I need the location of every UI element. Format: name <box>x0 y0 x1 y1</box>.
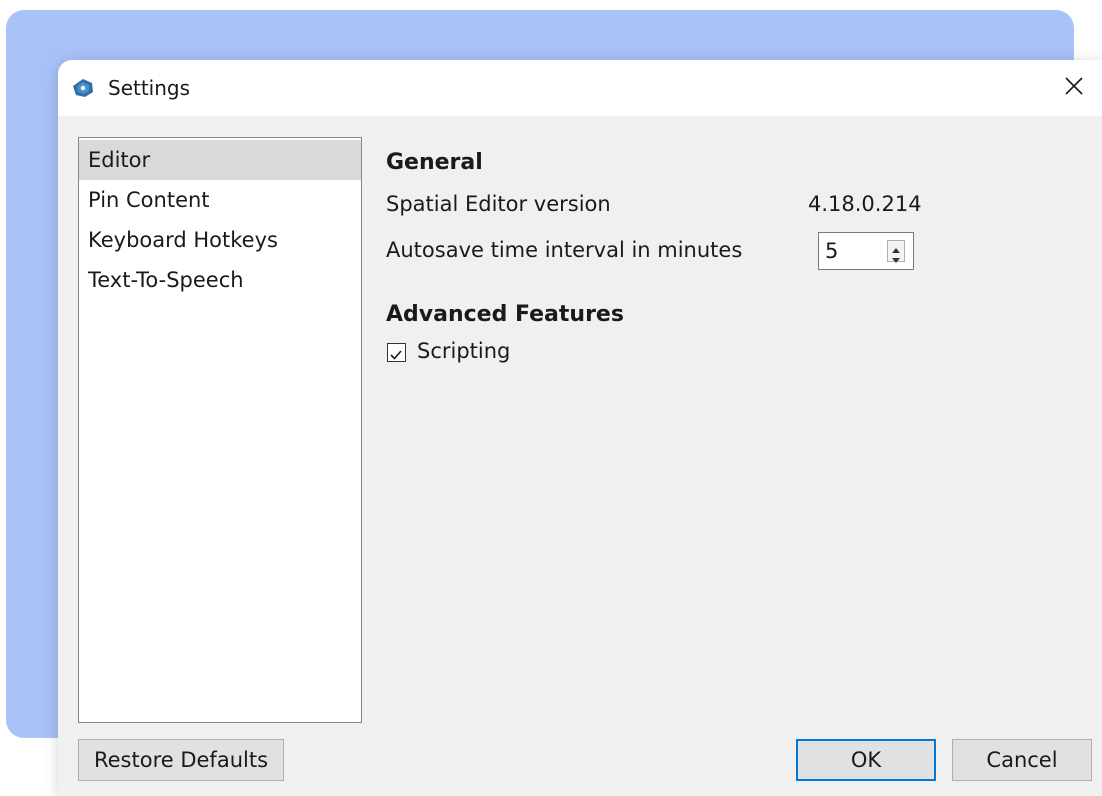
scripting-checkbox[interactable] <box>387 343 406 362</box>
window-title: Settings <box>108 76 191 100</box>
sidebar-item-label: Pin Content <box>88 188 210 212</box>
close-button[interactable] <box>1046 60 1102 116</box>
general-heading: General <box>386 150 483 175</box>
settings-category-list: Editor Pin Content Keyboard Hotkeys Text… <box>78 137 362 723</box>
sidebar-item-keyboard-hotkeys[interactable]: Keyboard Hotkeys <box>79 220 361 260</box>
scripting-label: Scripting <box>417 339 511 363</box>
autosave-interval-spinbox[interactable] <box>818 232 914 270</box>
autosave-label: Autosave time interval in minutes <box>386 238 743 262</box>
version-value: 4.18.0.214 <box>808 192 922 216</box>
ok-button[interactable]: OK <box>796 739 936 781</box>
triangle-down-icon <box>892 244 900 268</box>
sidebar-item-editor[interactable]: Editor <box>79 140 361 180</box>
checkmark-icon <box>390 350 402 360</box>
close-icon <box>1064 76 1084 100</box>
settings-content: General Spatial Editor version 4.18.0.21… <box>386 148 1076 370</box>
advanced-features-heading: Advanced Features <box>386 302 624 327</box>
app-logo-icon <box>72 78 94 98</box>
sidebar-item-label: Text-To-Speech <box>88 268 244 292</box>
sidebar-item-label: Editor <box>88 148 151 172</box>
settings-dialog: Settings Editor Pin Content Keyboard Hot… <box>58 60 1102 796</box>
spin-buttons <box>887 240 905 263</box>
version-label: Spatial Editor version <box>386 192 611 216</box>
version-row: Spatial Editor version 4.18.0.214 <box>386 184 1076 224</box>
sidebar-item-pin-content[interactable]: Pin Content <box>79 180 361 220</box>
spin-down-button[interactable] <box>888 251 904 263</box>
sidebar-item-label: Keyboard Hotkeys <box>88 228 278 252</box>
restore-defaults-button[interactable]: Restore Defaults <box>78 739 284 781</box>
autosave-interval-input[interactable] <box>819 233 883 269</box>
title-bar: Settings <box>58 60 1102 116</box>
cancel-button[interactable]: Cancel <box>952 739 1092 781</box>
sidebar-item-text-to-speech[interactable]: Text-To-Speech <box>79 260 361 300</box>
autosave-row: Autosave time interval in minutes <box>386 230 1076 270</box>
scripting-option[interactable]: Scripting <box>386 336 1076 370</box>
